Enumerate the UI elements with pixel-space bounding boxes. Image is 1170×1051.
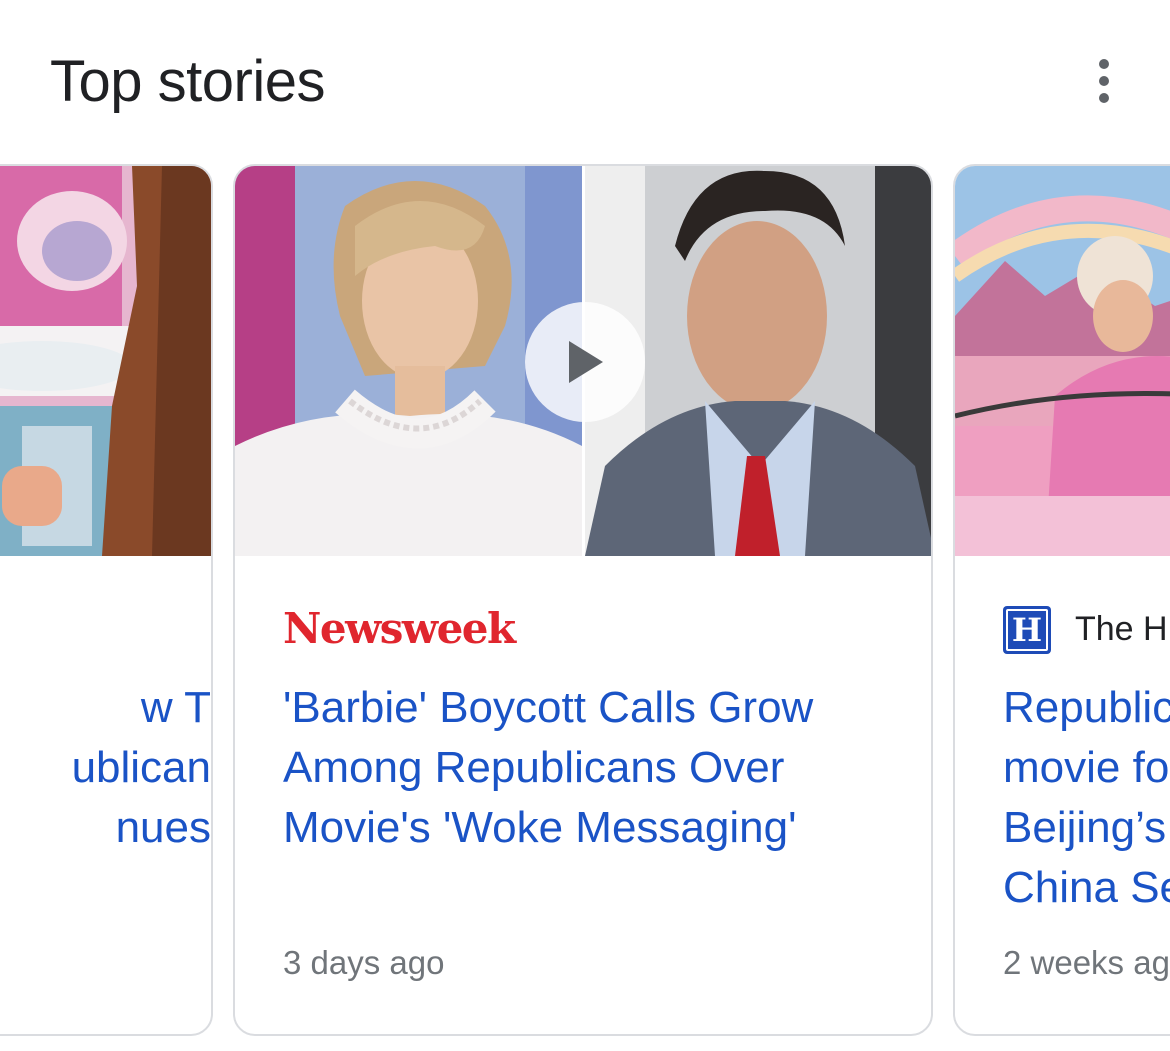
more-vert-icon (1099, 59, 1109, 69)
headline-line: 'Barbie' Boycott Calls Grow (283, 683, 814, 732)
story-timestamp: 2 weeks ag (1003, 944, 1170, 981)
story-headline[interactable]: Republic movie fo Beijing’s China Se (1003, 678, 1170, 918)
story-thumbnail (0, 166, 211, 556)
story-thumbnail (955, 166, 1170, 556)
story-timestamp: 3 days ago (283, 944, 445, 981)
story-thumbnail (235, 166, 931, 556)
headline-line: Republic (1003, 683, 1170, 732)
page-title: Top stories (50, 49, 325, 114)
headline-line: w T (140, 683, 211, 732)
more-vert-icon-dot (1099, 93, 1109, 103)
source-logo-icon: H (1003, 606, 1051, 654)
story-card[interactable]: H The H Republic movie fo Beijing’s Chin… (953, 164, 1170, 1036)
story-card[interactable]: Newsweek 'Barbie' Boycott Calls Grow Amo… (233, 164, 933, 1036)
more-vert-icon-dot (1099, 76, 1109, 86)
play-video-button[interactable] (525, 302, 645, 422)
headline-line: Among Republicans Over (283, 743, 785, 792)
headline-line: nues (115, 803, 211, 852)
headline-line: ublican (71, 743, 211, 792)
play-icon (569, 341, 603, 383)
headline-line: Beijing’s (1003, 803, 1167, 852)
headline-line: movie fo (1003, 743, 1170, 792)
source-name: The H (1075, 610, 1168, 648)
story-headline[interactable]: 'Barbie' Boycott Calls Grow Among Republ… (283, 678, 813, 858)
headline-line: China Se (1003, 863, 1170, 912)
more-options-button[interactable] (1084, 56, 1124, 106)
source-name: Newsweek (283, 604, 516, 653)
story-headline[interactable]: w T ublican nues (72, 678, 211, 858)
headline-line: Movie's 'Woke Messaging' (283, 803, 797, 852)
story-card[interactable]: w T ublican nues (0, 164, 213, 1036)
